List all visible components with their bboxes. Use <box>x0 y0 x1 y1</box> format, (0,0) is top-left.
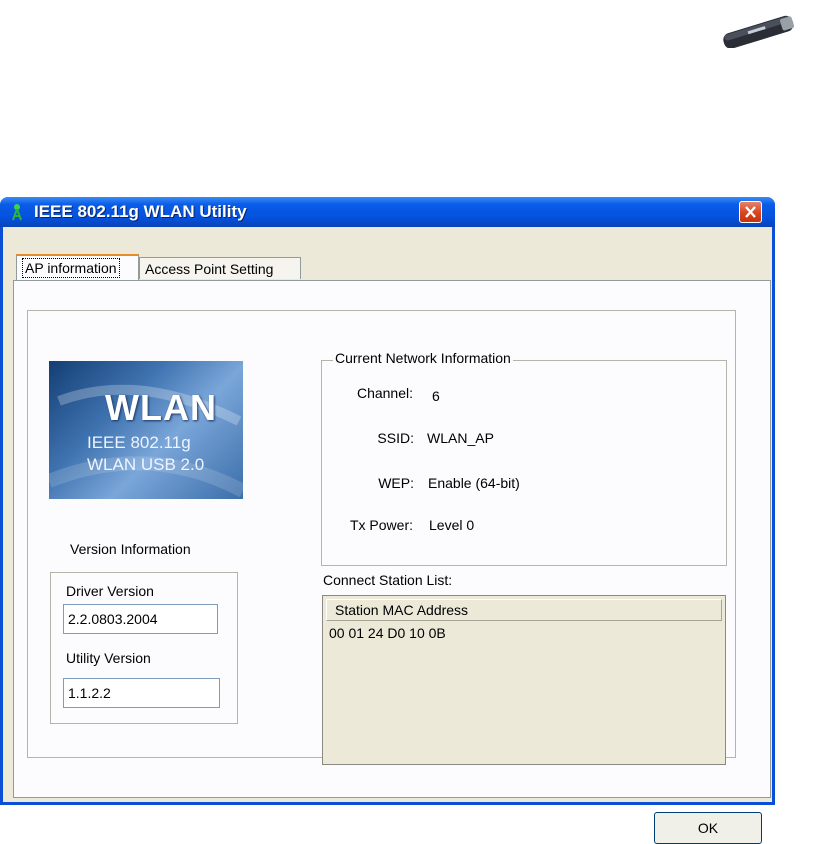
title-bar[interactable]: IEEE 802.11g WLAN Utility <box>0 197 775 227</box>
logo-standard: IEEE 802.11g <box>87 433 191 452</box>
ssid-label: SSID: <box>377 430 414 446</box>
utility-version-field[interactable]: 1.1.2.2 <box>63 678 220 708</box>
dialog-body: AP information Access Point Setting WLAN… <box>3 227 772 844</box>
ok-button[interactable]: OK <box>654 812 762 844</box>
tx-power-value: Level 0 <box>429 517 475 533</box>
close-icon <box>745 206 756 218</box>
tab-access-point-setting-label: Access Point Setting <box>145 261 274 277</box>
wep-value: Enable (64-bit) <box>428 475 520 491</box>
usb-adapter-image <box>723 15 795 48</box>
station-list-label: Connect Station List: <box>323 572 453 588</box>
list-item[interactable]: 00 01 24 D0 10 0B <box>329 625 446 641</box>
utility-version-label: Utility Version <box>66 650 151 666</box>
driver-version-field[interactable]: 2.2.0803.2004 <box>63 604 218 634</box>
logo-interface: WLAN USB 2.0 <box>87 455 205 474</box>
wep-label: WEP: <box>378 475 414 491</box>
window-title: IEEE 802.11g WLAN Utility <box>34 202 247 221</box>
ssid-value: WLAN_AP <box>427 430 494 446</box>
antenna-icon <box>12 204 22 221</box>
version-info-title: Version Information <box>70 541 191 557</box>
utility-window: IEEE 802.11g WLAN Utility AP information… <box>0 197 775 844</box>
tab-access-point-setting[interactable]: Access Point Setting <box>139 257 301 279</box>
wlan-logo-image: WLAN IEEE 802.11g WLAN USB 2.0 <box>49 361 243 499</box>
mac-address-column-header[interactable]: Station MAC Address <box>326 599 722 621</box>
tab-ap-information-label: AP information <box>22 258 120 278</box>
tab-ap-information[interactable]: AP information <box>16 254 139 280</box>
logo-title: WLAN <box>105 387 217 428</box>
network-info-title: Current Network Information <box>333 350 513 366</box>
channel-value: 6 <box>432 388 440 404</box>
close-button[interactable] <box>739 201 762 223</box>
driver-version-label: Driver Version <box>66 583 154 599</box>
channel-label: Channel: <box>356 385 413 401</box>
logo-streak-graphic <box>49 384 243 498</box>
tx-power-label: Tx Power: <box>349 517 413 533</box>
